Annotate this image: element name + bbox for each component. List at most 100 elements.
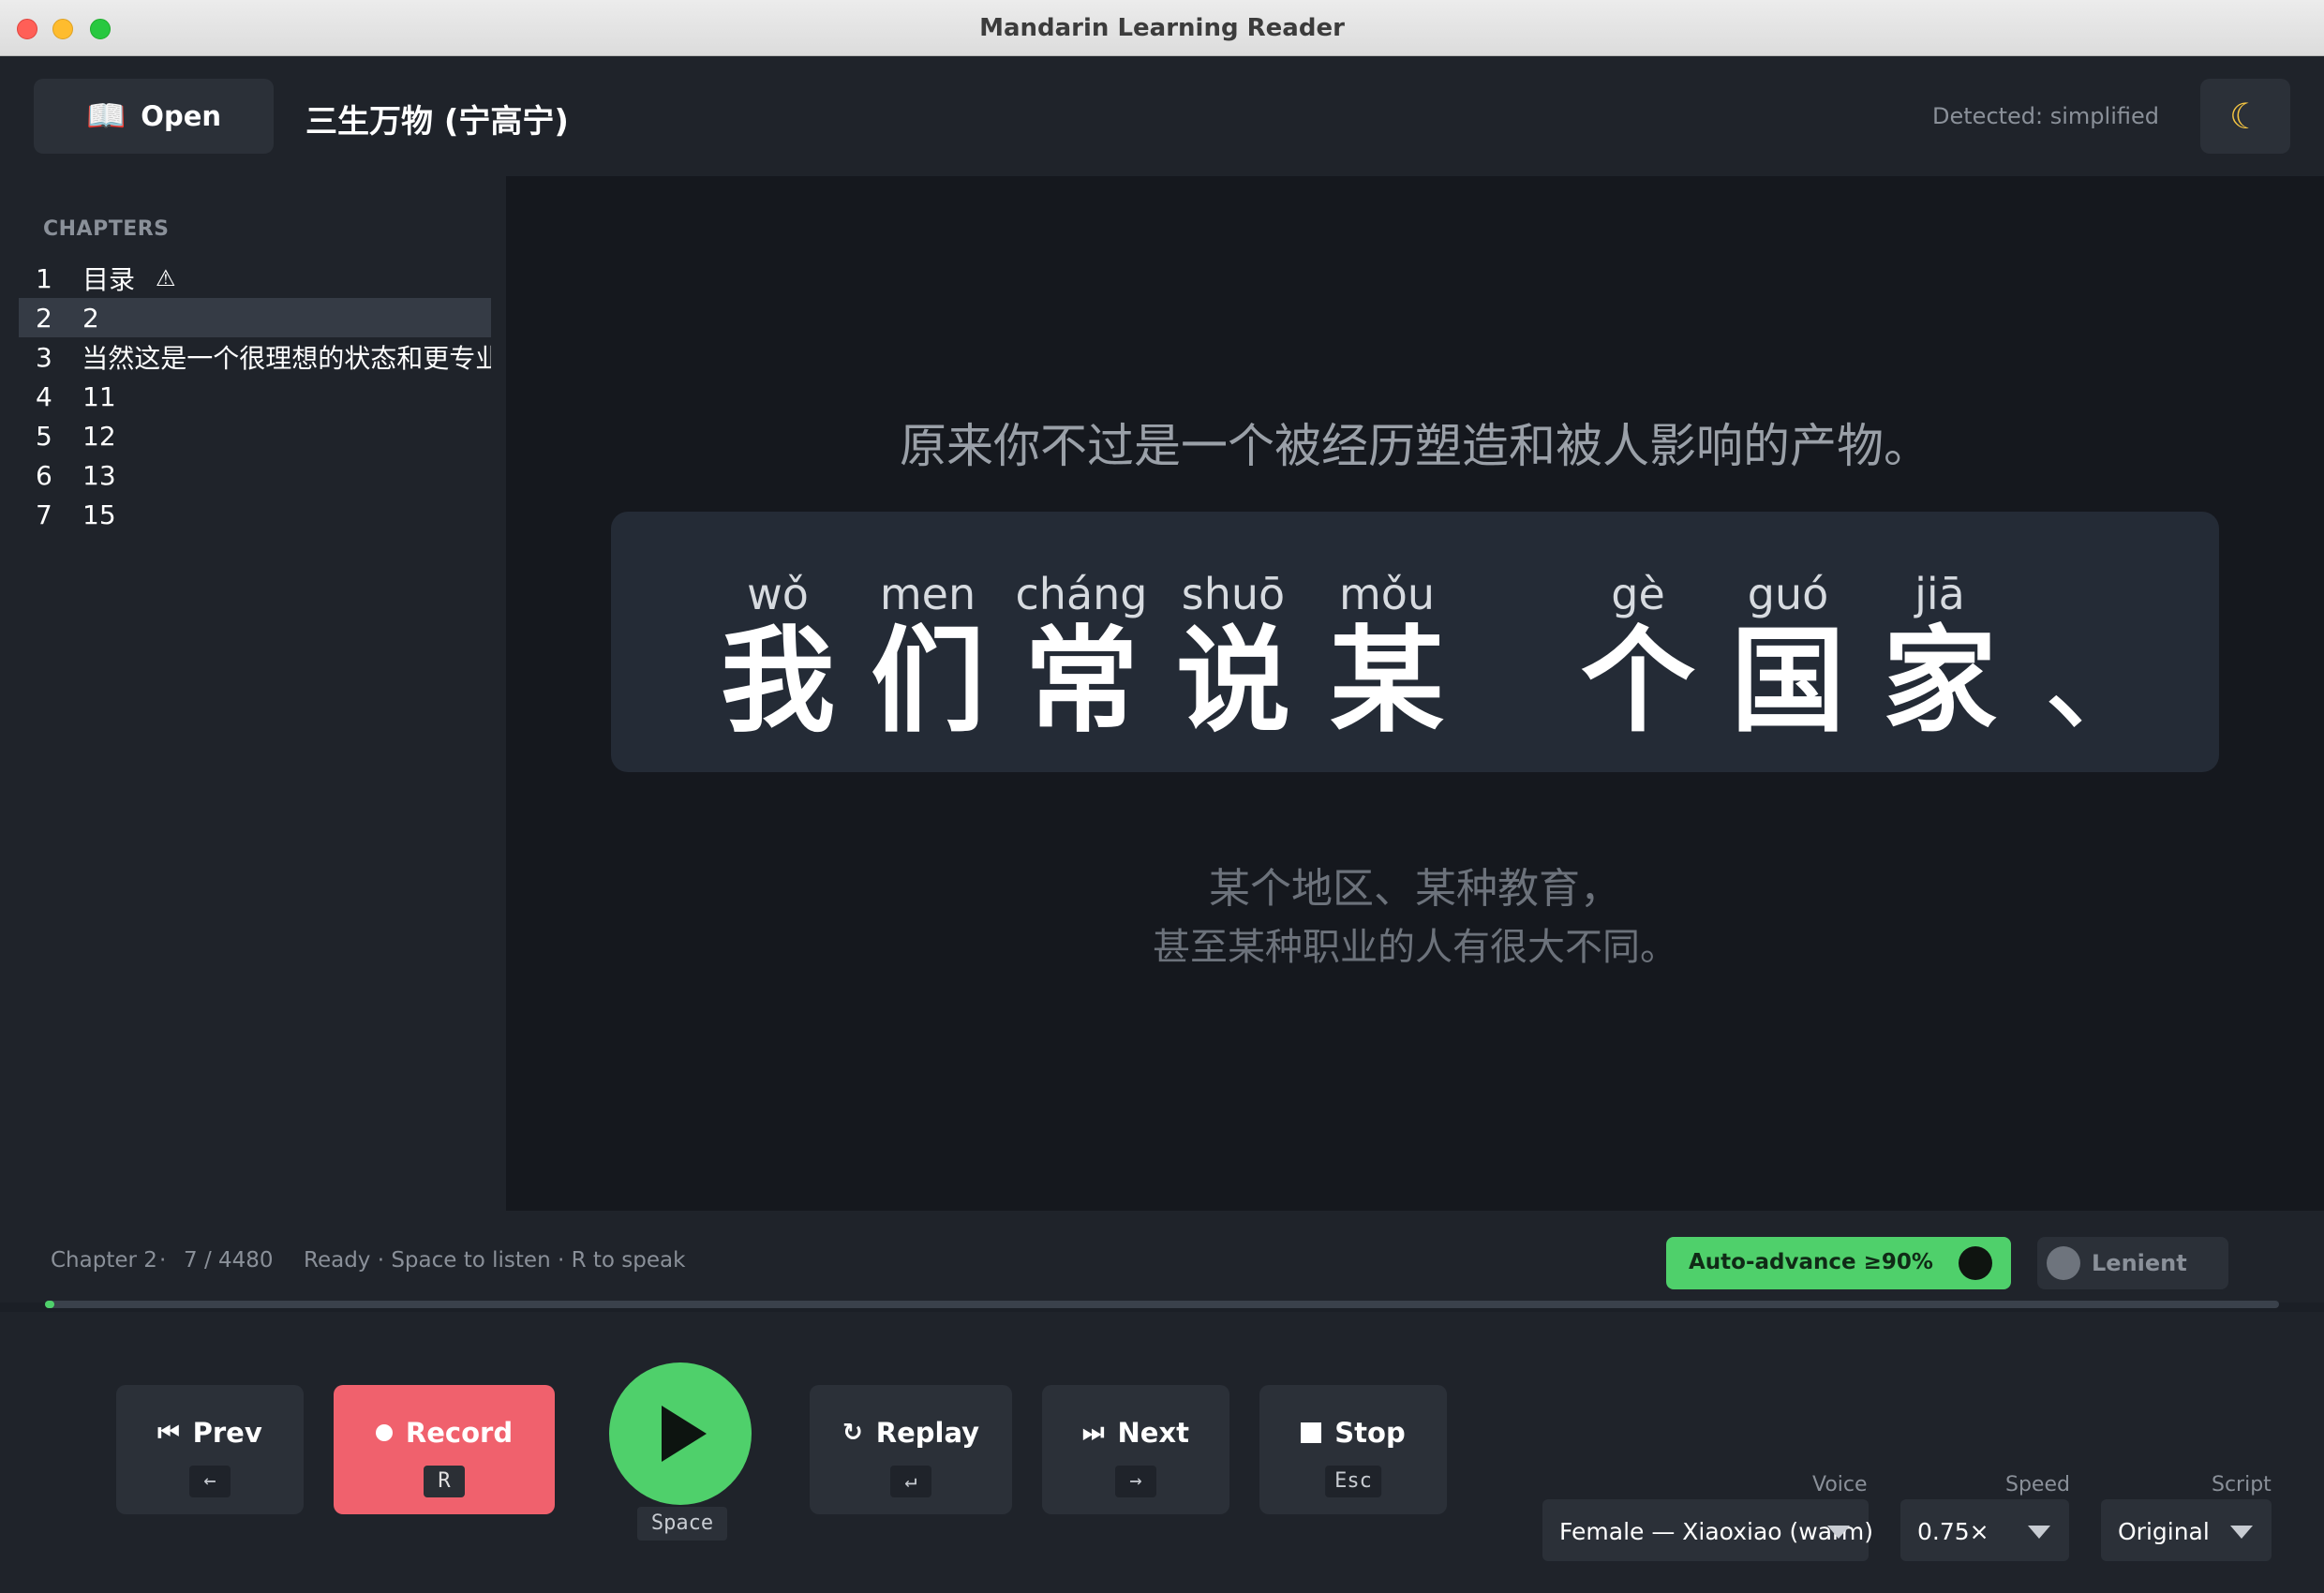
ruby-character[interactable]: mǒu 某 bbox=[1312, 568, 1462, 742]
play-button[interactable] bbox=[609, 1362, 752, 1505]
key-hint: ← bbox=[189, 1466, 231, 1497]
chapter-item[interactable]: 1 目录 ⚠ bbox=[19, 259, 491, 298]
chapter-title: 2 bbox=[82, 302, 99, 334]
hanzi-text: 常 bbox=[1024, 615, 1139, 748]
sentence-position: 7 / 4480 bbox=[184, 1248, 274, 1273]
speed-label: Speed bbox=[2005, 1473, 2070, 1496]
chapter-item[interactable]: 4 11 bbox=[19, 377, 491, 416]
next-sentence-line: 甚至某种职业的人有很大不同。 bbox=[1153, 926, 1677, 969]
auto-advance-toggle[interactable]: Auto-advance ≥90% bbox=[1666, 1237, 2011, 1289]
prev-button[interactable]: ⏮ Prev ← bbox=[116, 1385, 304, 1514]
ruby-character[interactable]: gè 个 bbox=[1563, 568, 1713, 742]
voice-value: Female — Xiaoxiao (warm) bbox=[1559, 1518, 1873, 1545]
ruby-character[interactable]: shuō 说 bbox=[1158, 568, 1308, 742]
hanzi-text: 们 bbox=[871, 615, 985, 748]
pinyin-text: mǒu bbox=[1338, 569, 1436, 619]
book-title: 三生万物 (宁高宁) bbox=[305, 103, 569, 141]
pinyin-text: jiā bbox=[1914, 569, 1965, 619]
header: 📖 Open 三生万物 (宁高宁) Detected: simplified ☾ bbox=[0, 56, 2324, 176]
pinyin-text: cháng bbox=[1015, 569, 1148, 619]
current-sentence: wǒ 我 men 们 cháng 常 shuō 说 mǒu 某 gè 个 guó 国 jiā 家、 bbox=[703, 568, 2165, 755]
ruby-character[interactable]: jiā 家 bbox=[1865, 568, 2015, 742]
stop-button[interactable]: Stop Esc bbox=[1259, 1385, 1447, 1514]
toggle-knob bbox=[1959, 1246, 1992, 1280]
pinyin-text: guó bbox=[1747, 569, 1829, 619]
next-button-label: Next bbox=[1117, 1417, 1189, 1449]
hanzi-text: 家 bbox=[1883, 615, 1997, 748]
chapter-indicator: Chapter 2 bbox=[51, 1248, 157, 1273]
progress-bar[interactable] bbox=[45, 1301, 2279, 1308]
status-message: Ready · Space to listen · R to speak bbox=[304, 1248, 686, 1273]
moon-icon: ☾ bbox=[2228, 96, 2262, 137]
chapter-title: 15 bbox=[82, 499, 116, 530]
chapter-item[interactable]: 3 当然这是一个很理想的状态和更专业 bbox=[19, 337, 491, 377]
record-button-label: Record bbox=[405, 1417, 514, 1449]
key-hint: → bbox=[1115, 1466, 1156, 1497]
chapters-heading: CHAPTERS bbox=[43, 217, 170, 241]
hanzi-text: 我 bbox=[721, 615, 835, 748]
hanzi-text: 个 bbox=[1581, 615, 1695, 748]
record-dot-icon bbox=[375, 1424, 393, 1441]
chapter-item[interactable]: 6 13 bbox=[19, 455, 491, 495]
lenient-label: Lenient bbox=[2092, 1250, 2187, 1276]
controls-bar: ⏮ Prev ← Record R Space ↻ Replay ↵ ⏭ Nex… bbox=[0, 1312, 2324, 1593]
chapter-number: 7 bbox=[36, 499, 52, 530]
chapter-list: 1 目录 ⚠ 2 2 3 当然这是一个很理想的状态和更专业 4 11 5 12 6 13 7 15 bbox=[19, 259, 491, 534]
theme-toggle-button[interactable]: ☾ bbox=[2200, 79, 2290, 154]
open-button-label: Open bbox=[141, 100, 222, 132]
chapter-number: 1 bbox=[36, 262, 52, 294]
chapter-number: 3 bbox=[36, 341, 52, 373]
chapter-number: 6 bbox=[36, 459, 52, 491]
chapter-item[interactable]: 5 12 bbox=[19, 416, 491, 455]
lenient-toggle[interactable]: Lenient bbox=[2037, 1237, 2228, 1289]
chapter-title: 目录 bbox=[82, 264, 136, 295]
ruby-character[interactable]: wǒ 我 bbox=[703, 568, 853, 742]
key-hint: Space bbox=[637, 1507, 727, 1541]
warning-icon: ⚠ bbox=[156, 265, 176, 291]
previous-sentence: 原来你不过是一个被经历塑造和被人影响的产物。 bbox=[900, 419, 1930, 473]
script-select[interactable]: Original bbox=[2101, 1499, 2272, 1561]
hanzi-text: 说 bbox=[1176, 615, 1290, 748]
stop-button-label: Stop bbox=[1334, 1417, 1406, 1449]
script-label: Script bbox=[2212, 1473, 2272, 1496]
script-value: Original bbox=[2118, 1518, 2210, 1545]
speed-value: 0.75× bbox=[1917, 1518, 1989, 1545]
chevron-down-icon bbox=[2028, 1526, 2050, 1539]
status-bar: Chapter 2 · 7 / 4480 Ready · Space to li… bbox=[0, 1211, 2324, 1303]
chapter-title: 11 bbox=[82, 380, 116, 412]
speed-select[interactable]: 0.75× bbox=[1900, 1499, 2069, 1561]
replay-button[interactable]: ↻ Replay ↵ bbox=[810, 1385, 1012, 1514]
pinyin-text: shuō bbox=[1181, 569, 1286, 619]
chapter-number: 2 bbox=[36, 302, 52, 334]
ruby-character[interactable]: men 们 bbox=[853, 568, 1003, 742]
skip-forward-icon: ⏭ bbox=[1082, 1418, 1105, 1447]
chapter-title: 12 bbox=[82, 420, 116, 452]
key-hint: R bbox=[424, 1466, 465, 1497]
app-window: Mandarin Learning Reader 📖 Open 三生万物 (宁高… bbox=[0, 0, 2324, 1593]
stop-icon bbox=[1301, 1422, 1322, 1443]
next-button[interactable]: ⏭ Next → bbox=[1042, 1385, 1229, 1514]
progress-fill bbox=[45, 1301, 54, 1308]
reader-pane: 原来你不过是一个被经历塑造和被人影响的产物。 wǒ 我 men 们 cháng 常 shuō… bbox=[506, 176, 2324, 1211]
voice-select[interactable]: Female — Xiaoxiao (warm) bbox=[1542, 1499, 1873, 1561]
chapter-item[interactable]: 7 15 bbox=[19, 495, 491, 534]
detected-script-label: Detected: simplified bbox=[1932, 103, 2159, 129]
open-button[interactable]: 📖 Open bbox=[34, 79, 274, 154]
ruby-character[interactable]: guó 国 bbox=[1713, 568, 1863, 742]
chapter-item[interactable]: 22 bbox=[19, 298, 491, 337]
pinyin-text: men bbox=[879, 569, 976, 619]
pinyin-text: gè bbox=[1611, 569, 1665, 619]
hanzi-text: 国 bbox=[1731, 615, 1845, 748]
chevron-down-icon bbox=[2230, 1526, 2253, 1539]
sidebar: CHAPTERS 1 目录 ⚠ 2 2 3 当然这是一个很理想的状态和更专业 4 11 5 12 6 1… bbox=[0, 176, 506, 1211]
chevron-down-icon bbox=[1827, 1526, 1850, 1539]
title-bar: Mandarin Learning Reader bbox=[0, 0, 2324, 56]
key-hint: ↵ bbox=[890, 1466, 931, 1497]
current-sentence-card: wǒ 我 men 们 cháng 常 shuō 说 mǒu 某 gè 个 guó 国 jiā 家、 bbox=[611, 512, 2219, 772]
pinyin-text: wǒ bbox=[747, 569, 809, 619]
ruby-character[interactable]: cháng 常 bbox=[1006, 568, 1156, 742]
auto-advance-label: Auto-advance ≥90% bbox=[1689, 1250, 1933, 1274]
replay-icon: ↻ bbox=[842, 1419, 863, 1447]
chapter-number: 5 bbox=[36, 420, 52, 452]
record-button[interactable]: Record R bbox=[334, 1385, 555, 1514]
